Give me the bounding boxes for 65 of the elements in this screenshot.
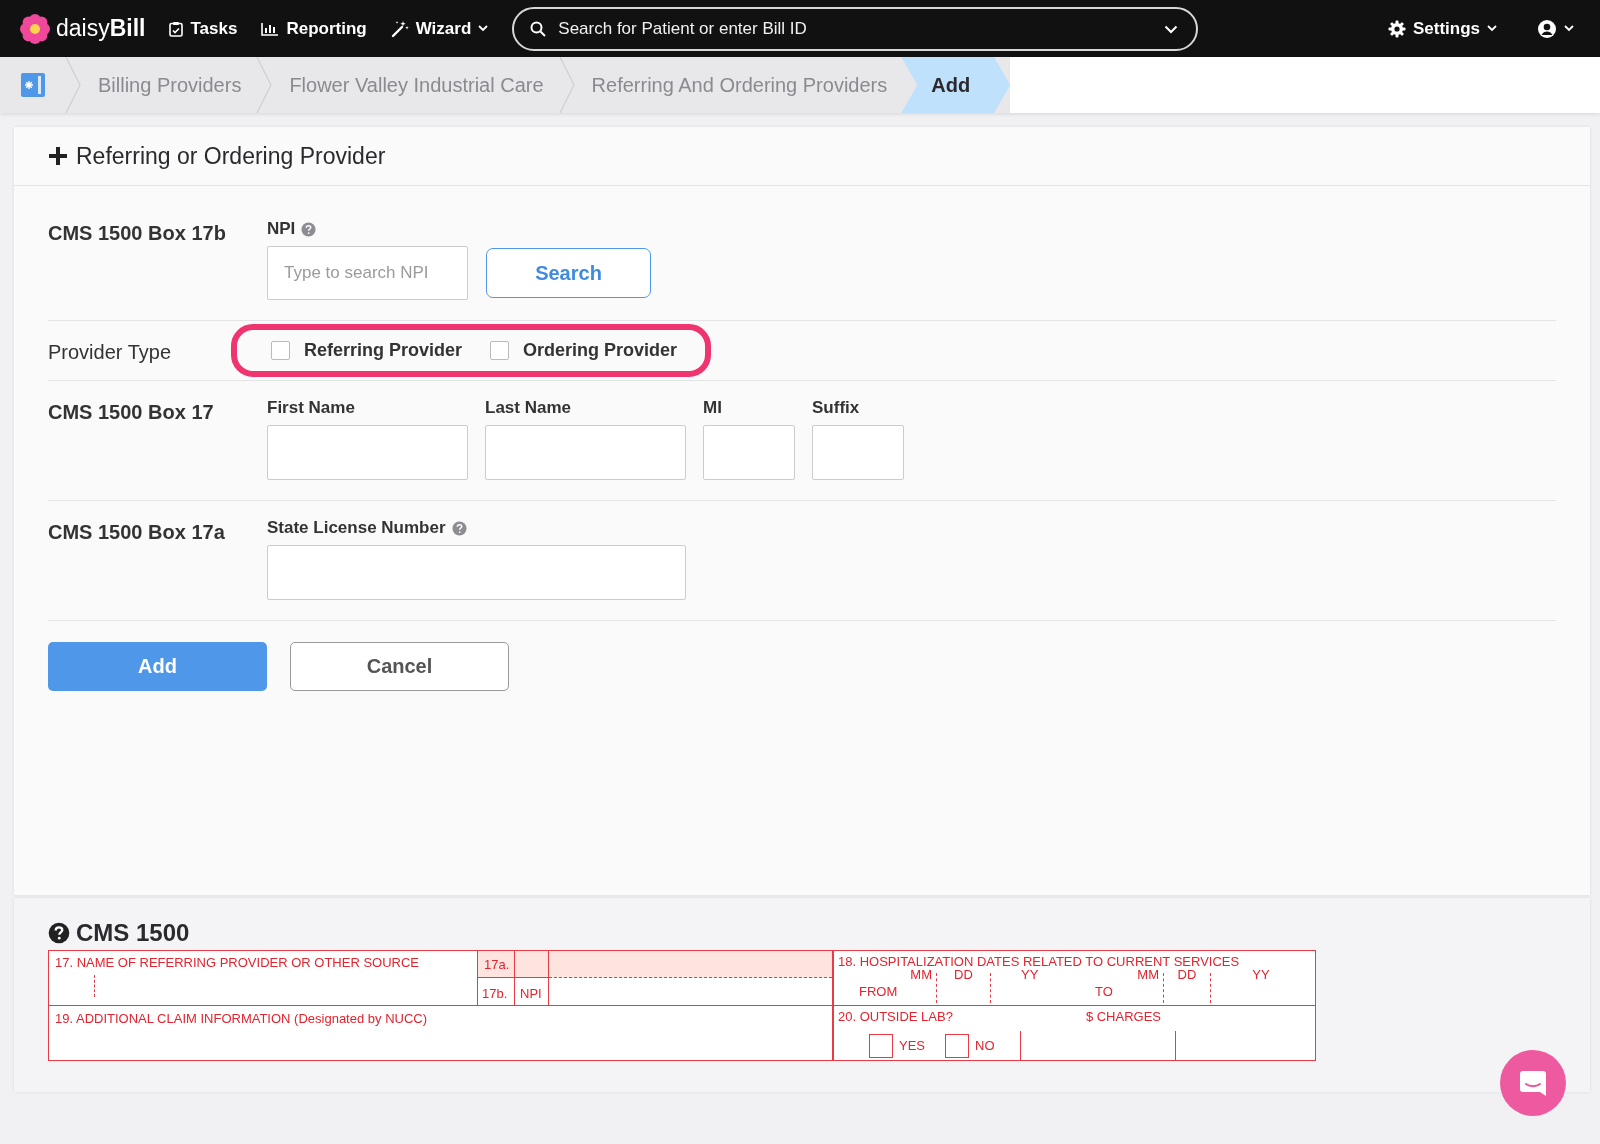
- form-box-label: 17a.: [484, 957, 510, 972]
- chevron-down-icon: [1487, 25, 1497, 32]
- section-label: CMS 1500 Box 17: [48, 400, 215, 425]
- clipboard-icon: [169, 20, 184, 37]
- checkbox-option[interactable]: Ordering Provider: [490, 340, 678, 361]
- field-label: NPI: [267, 219, 296, 239]
- form-box-label: $ CHARGES: [1085, 1010, 1162, 1023]
- provider-badge-icon[interactable]: [20, 72, 46, 98]
- chevron-down-icon: [1164, 24, 1179, 34]
- field-label: Suffix: [812, 398, 860, 418]
- npi-search-field[interactable]: Type to search NPI: [267, 246, 468, 300]
- search-button[interactable]: Search: [486, 248, 651, 298]
- nav-menu-item[interactable]: Reporting: [255, 12, 373, 45]
- chevron-down-icon: [478, 25, 489, 32]
- logo-wordmark[interactable]: daisyBill: [56, 15, 146, 42]
- form-box-label: 20. OUTSIDE LAB?: [838, 1010, 953, 1023]
- form-box-label: 19. ADDITIONAL CLAIM INFORMATION (Designated by NUCC): [55, 1011, 428, 1026]
- section-label: CMS 1500 Box 17b: [48, 221, 227, 246]
- form-action-button[interactable]: Cancel: [290, 642, 509, 691]
- field-label: MI: [703, 398, 722, 418]
- text-field[interactable]: [703, 425, 795, 480]
- chevron-down-icon: [1564, 25, 1574, 32]
- help-icon[interactable]: [451, 520, 467, 536]
- section-label: CMS 1500 Box 17a: [48, 520, 226, 545]
- form-title: Referring or Ordering Provider: [76, 142, 386, 170]
- magic-wand-icon: [390, 19, 409, 38]
- date-part-label: DD: [954, 968, 973, 981]
- form-box-label: 17. NAME OF REFERRING PROVIDER OR OTHER SOURCE: [55, 955, 420, 970]
- field-label: First Name: [267, 398, 355, 418]
- text-field[interactable]: [267, 425, 468, 480]
- checkbox-option[interactable]: Referring Provider: [271, 340, 463, 361]
- user-avatar-icon: [1537, 18, 1557, 39]
- text-field[interactable]: [485, 425, 686, 480]
- search-icon: [530, 20, 547, 37]
- help-icon[interactable]: [301, 221, 317, 237]
- date-range-label: TO: [1094, 985, 1113, 998]
- nav-menu-item[interactable]: Tasks: [163, 12, 244, 45]
- date-range-label: FROM: [859, 985, 898, 998]
- breadcrumb-separator-icon: [557, 57, 576, 113]
- nav-menu-item[interactable]: Wizard: [384, 12, 495, 45]
- bar-chart-icon: [261, 21, 280, 36]
- plus-icon: [48, 146, 68, 166]
- form-box-label: 18. HOSPITALIZATION DATES RELATED TO CURRENT SERVICES: [838, 955, 1241, 968]
- help-icon: [48, 922, 70, 944]
- breadcrumb-separator-icon: [255, 57, 274, 113]
- date-part-label: MM: [1137, 968, 1159, 981]
- section-label: Provider Type: [48, 339, 173, 364]
- field-label: Last Name: [485, 398, 571, 418]
- settings-menu[interactable]: Settings: [1381, 12, 1503, 45]
- field-label: State License Number: [267, 518, 446, 538]
- checkbox-label: NO: [975, 1039, 995, 1052]
- date-part-label: MM: [910, 968, 932, 981]
- form-box-label: 17b.: [482, 986, 508, 1001]
- date-part-label: DD: [1177, 968, 1197, 981]
- flower-logo-icon: [20, 13, 50, 44]
- text-field[interactable]: [812, 425, 904, 480]
- form-box-label: NPI: [520, 986, 542, 1001]
- checkbox-label: YES: [899, 1039, 925, 1052]
- reference-title: CMS 1500: [76, 919, 190, 947]
- text-field[interactable]: [267, 545, 686, 600]
- date-part-label: YY: [1252, 968, 1270, 981]
- breadcrumb-link[interactable]: Add: [901, 57, 1011, 113]
- date-part-label: YY: [1021, 968, 1039, 981]
- breadcrumb-separator-icon: [64, 57, 82, 113]
- patient-search-field[interactable]: Search for Patient or enter Bill ID: [512, 6, 1199, 51]
